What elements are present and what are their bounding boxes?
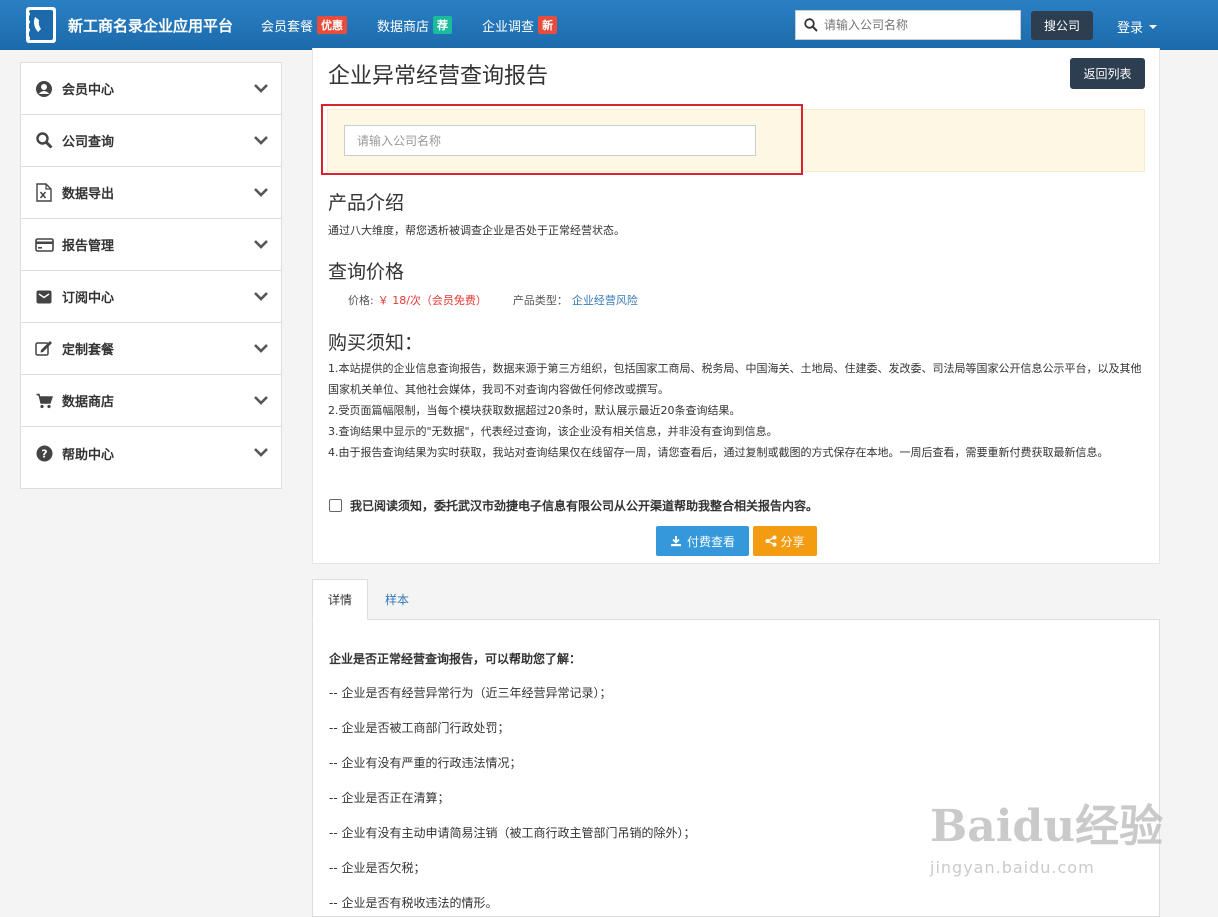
share-icon bbox=[765, 535, 777, 547]
sidebar-item-label: 订阅中心 bbox=[62, 291, 115, 306]
search-icon bbox=[34, 131, 54, 151]
nav-data-store[interactable]: 数据商店 荐 bbox=[377, 16, 453, 35]
excel-file-icon bbox=[34, 183, 54, 203]
sidebar-item-label: 数据商店 bbox=[62, 395, 115, 410]
nav-membership-badge: 优惠 bbox=[317, 16, 348, 34]
nav-enterprise-survey-badge: 新 bbox=[538, 16, 558, 34]
pay-view-button[interactable]: 付费查看 bbox=[656, 526, 749, 556]
company-name-input[interactable]: 请输入公司名称 bbox=[344, 125, 756, 156]
chevron-down-icon bbox=[254, 188, 268, 197]
price-heading: 查询价格 bbox=[328, 261, 405, 283]
detail-line: -- 企业是否正在清算； bbox=[329, 791, 450, 805]
sidebar-item-custom-package[interactable]: 定制套餐 bbox=[21, 323, 281, 375]
notebook-phone-icon bbox=[26, 7, 56, 43]
chevron-down-icon bbox=[254, 448, 268, 457]
agreement-row: 我已阅读须知，委托武汉市劲捷电子信息有限公司从公开渠道帮助我整合相关报告内容。 bbox=[329, 497, 818, 514]
notice-item: 4.由于报告查询结果为实时获取，我站对查询结果仅在线留存一周，请您查看后，通过复… bbox=[328, 446, 1109, 459]
sidebar-item-subscription-center[interactable]: 订阅中心 bbox=[21, 271, 281, 323]
nav-enterprise-survey[interactable]: 企业调查 新 bbox=[482, 16, 558, 35]
detail-heading: 企业是否正常经营查询报告，可以帮助您了解： bbox=[329, 652, 582, 666]
price-value: ￥ 18/次（会员免费） bbox=[377, 294, 487, 307]
sidebar-item-data-export[interactable]: 数据导出 bbox=[21, 167, 281, 219]
company-search-box bbox=[795, 10, 1021, 40]
question-circle-icon: ? bbox=[34, 443, 54, 463]
site-logo[interactable]: 新工商名录企业应用平台 bbox=[20, 4, 233, 46]
download-icon bbox=[670, 536, 681, 547]
sidebar-item-label: 数据导出 bbox=[62, 187, 115, 202]
report-panel: 企业异常经营查询报告 返回列表 请输入公司名称 产品介绍 通过八大维度，帮您透析… bbox=[312, 48, 1160, 564]
page-title: 企业异常经营查询报告 bbox=[328, 64, 549, 89]
sidebar: 会员中心 公司查询 数据导出 报告管理 订阅中心 定制套餐 数据商店 ? 帮助中… bbox=[20, 62, 282, 489]
envelope-icon bbox=[34, 287, 54, 307]
nav-membership[interactable]: 会员套餐 优惠 bbox=[261, 16, 348, 35]
share-label: 分享 bbox=[780, 534, 805, 549]
login-dropdown[interactable]: 登录 bbox=[1117, 17, 1158, 36]
tab-sample[interactable]: 样本 bbox=[372, 579, 422, 620]
nav-data-store-badge: 荐 bbox=[433, 16, 453, 34]
main-nav: 会员套餐 优惠 数据商店 荐 企业调查 新 bbox=[261, 16, 587, 35]
cart-icon bbox=[34, 391, 54, 411]
sidebar-item-label: 公司查询 bbox=[62, 135, 115, 150]
detail-line: -- 企业有没有严重的行政违法情况； bbox=[329, 756, 522, 770]
chevron-down-icon bbox=[254, 396, 268, 405]
chevron-down-icon bbox=[254, 136, 268, 145]
company-search-input[interactable] bbox=[824, 18, 1004, 32]
chevron-down-icon bbox=[254, 292, 268, 301]
back-to-list-button[interactable]: 返回列表 bbox=[1070, 58, 1145, 89]
sidebar-item-member-center[interactable]: 会员中心 bbox=[21, 63, 281, 115]
detail-tabs: 详情 样本 bbox=[312, 579, 1160, 620]
intro-text: 通过八大维度，帮您透析被调查企业是否处于正常经营状态。 bbox=[328, 224, 625, 237]
user-circle-icon bbox=[34, 79, 54, 99]
detail-line: -- 企业是否被工商部门行政处罚； bbox=[329, 721, 510, 735]
chevron-down-icon bbox=[254, 344, 268, 353]
baidu-watermark: Baidu经验 jingyan.baidu.com bbox=[930, 790, 1163, 877]
product-type-link[interactable]: 企业经营风险 bbox=[572, 292, 638, 308]
agree-checkbox[interactable] bbox=[329, 499, 342, 512]
search-icon bbox=[804, 18, 818, 32]
nav-membership-label: 会员套餐 bbox=[261, 19, 314, 35]
notice-heading: 购买须知： bbox=[328, 332, 424, 354]
notice-item: 3.查询结果中显示的"无数据"，代表经过查询，该企业没有相关信息，并非没有查询到… bbox=[328, 425, 778, 438]
watermark-url: jingyan.baidu.com bbox=[930, 858, 1095, 877]
price-label: 价格: bbox=[348, 294, 374, 307]
product-type-label: 产品类型： bbox=[512, 294, 568, 307]
nav-data-store-label: 数据商店 bbox=[377, 19, 430, 35]
chevron-down-icon bbox=[254, 84, 268, 93]
sidebar-item-label: 报告管理 bbox=[62, 239, 115, 254]
top-navbar: 新工商名录企业应用平台 会员套餐 优惠 数据商店 荐 企业调查 新 搜公司 登录 bbox=[0, 0, 1218, 50]
tab-detail[interactable]: 详情 bbox=[312, 579, 368, 620]
watermark-logo-text: Baidu经验 bbox=[930, 801, 1164, 852]
credit-card-icon bbox=[34, 235, 54, 255]
edit-icon bbox=[34, 339, 54, 359]
site-title: 新工商名录企业应用平台 bbox=[68, 16, 234, 35]
notice-item: 1.本站提供的企业信息查询报告，数据来源于第三方组织，包括国家工商局、税务局、中… bbox=[328, 362, 1142, 396]
login-label: 登录 bbox=[1117, 21, 1144, 36]
intro-heading: 产品介绍 bbox=[328, 192, 405, 214]
sidebar-item-label: 定制套餐 bbox=[62, 343, 115, 358]
nav-enterprise-survey-label: 企业调查 bbox=[482, 19, 535, 35]
caret-down-icon bbox=[1149, 24, 1158, 29]
notice-item: 2.受页面篇幅限制，当每个模块获取数据超过20条时，默认展示最近20条查询结果。 bbox=[328, 404, 741, 417]
share-button[interactable]: 分享 bbox=[753, 526, 817, 556]
svg-text:?: ? bbox=[41, 447, 47, 460]
detail-line: -- 企业是否有经营异常行为（近三年经营异常记录）； bbox=[329, 686, 612, 700]
sidebar-item-data-store[interactable]: 数据商店 bbox=[21, 375, 281, 427]
sidebar-item-label: 帮助中心 bbox=[62, 447, 115, 463]
chevron-down-icon bbox=[254, 240, 268, 249]
sidebar-item-company-search[interactable]: 公司查询 bbox=[21, 115, 281, 167]
agree-text: 我已阅读须知，委托武汉市劲捷电子信息有限公司从公开渠道帮助我整合相关报告内容。 bbox=[350, 499, 819, 513]
detail-line: -- 企业是否欠税； bbox=[329, 861, 426, 875]
detail-line: -- 企业是否有税收违法的情形。 bbox=[329, 896, 498, 910]
search-company-button[interactable]: 搜公司 bbox=[1031, 11, 1093, 40]
sidebar-item-report-management[interactable]: 报告管理 bbox=[21, 219, 281, 271]
pay-view-label: 付费查看 bbox=[686, 534, 735, 549]
sidebar-item-label: 会员中心 bbox=[62, 83, 115, 98]
price-row: 价格: ￥ 18/次（会员免费） 产品类型： 企业经营风险 bbox=[348, 292, 638, 308]
detail-line: -- 企业有没有主动申请简易注销（被工商行政主管部门吊销的除外）； bbox=[329, 826, 696, 840]
sidebar-item-help-center[interactable]: ? 帮助中心 bbox=[21, 427, 281, 479]
notice-list: 1.本站提供的企业信息查询报告，数据来源于第三方组织，包括国家工商局、税务局、中… bbox=[328, 358, 1146, 463]
